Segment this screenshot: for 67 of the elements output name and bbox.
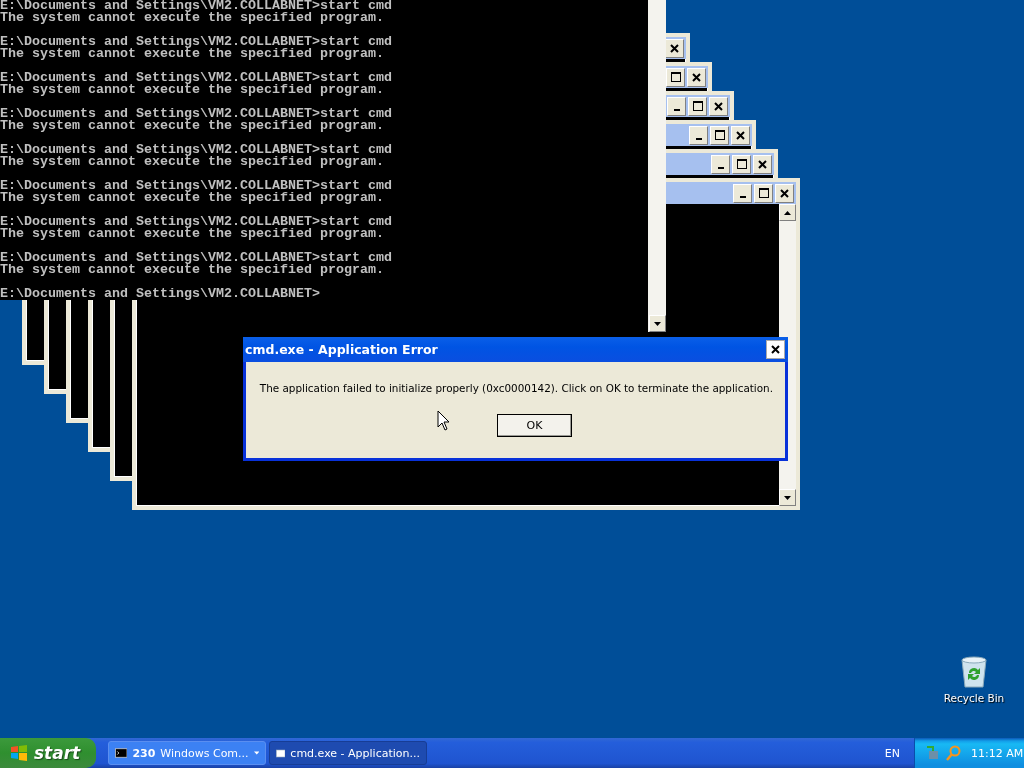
output-line: The system cannot execute the specified program. <box>0 156 385 168</box>
minimize-icon <box>673 109 680 111</box>
ok-button[interactable]: OK <box>497 414 572 437</box>
output-line: The system cannot execute the specified program. <box>0 264 385 276</box>
recycle-bin-icon[interactable] <box>959 656 989 688</box>
command-line: E:\Documents and Settings\VM2.COLLABNET> <box>0 288 321 300</box>
down-arrow-icon <box>784 495 791 500</box>
minimize-button[interactable] <box>667 96 686 116</box>
maximize-button[interactable] <box>732 154 751 174</box>
scroll-up-button[interactable] <box>779 204 796 221</box>
maximize-button[interactable] <box>754 183 773 203</box>
close-icon <box>714 101 723 111</box>
command-line: E:\Documents and Settings\VM2.COLLABNET>start cmd <box>0 252 393 264</box>
output-line: The system cannot execute the specified program. <box>0 120 385 132</box>
language-indicator[interactable]: EN <box>884 746 914 760</box>
command-line: E:\Documents and Settings\VM2.COLLABNET>start cmd <box>0 216 393 228</box>
desktop-icon-label: Recycle Bin <box>943 692 1005 704</box>
taskbar-button[interactable]: cmd.exe - Application... <box>269 741 427 765</box>
down-arrow-icon <box>653 321 661 326</box>
maximize-icon <box>736 159 747 169</box>
window-icon <box>276 746 286 760</box>
maximize-icon <box>758 188 769 198</box>
output-line: The system cannot execute the specified program. <box>0 48 385 60</box>
up-arrow-icon <box>784 210 791 215</box>
mouse-pointer-icon <box>437 410 450 431</box>
maximize-button[interactable] <box>710 125 729 145</box>
command-line: E:\Documents and Settings\VM2.COLLABNET>start cmd <box>0 72 393 84</box>
close-icon <box>736 130 745 140</box>
task-label: Windows Com... <box>160 746 249 760</box>
minimize-icon <box>739 196 746 198</box>
minimize-icon <box>695 138 702 140</box>
task-label: cmd.exe - Application... <box>290 746 420 760</box>
minimize-icon <box>717 167 724 169</box>
minimize-button[interactable] <box>711 154 730 174</box>
caret-icon <box>253 751 259 755</box>
error-message: The application failed to initialize properly (0xc0000142). Click on OK to terminate the application. <box>259 382 773 394</box>
minimize-button[interactable] <box>733 183 752 203</box>
dialog-title: cmd.exe - Application Error <box>245 342 438 357</box>
console-icon <box>115 747 128 759</box>
minimize-button[interactable] <box>689 125 708 145</box>
start-button[interactable]: start <box>0 738 96 768</box>
output-line: The system cannot execute the specified program. <box>0 12 385 24</box>
maximize-icon <box>692 101 703 111</box>
output-line: The system cannot execute the specified program. <box>0 228 385 240</box>
command-line: E:\Documents and Settings\VM2.COLLABNET>start cmd <box>0 144 393 156</box>
window-count: 230 <box>132 746 156 760</box>
maximize-icon <box>714 130 725 140</box>
maximize-icon <box>670 72 681 82</box>
maximize-button[interactable] <box>688 96 707 116</box>
close-icon <box>670 43 679 53</box>
command-line: E:\Documents and Settings\VM2.COLLABNET>start cmd <box>0 36 393 48</box>
windows-flag-icon <box>10 744 28 762</box>
close-icon <box>780 188 789 198</box>
output-line: The system cannot execute the specified program. <box>0 192 385 204</box>
close-icon <box>692 72 701 82</box>
scroll-down-button[interactable] <box>779 489 796 506</box>
scrollbar[interactable] <box>648 0 666 332</box>
command-line: E:\Documents and Settings\VM2.COLLABNET>start cmd <box>0 0 393 12</box>
close-icon <box>771 345 780 354</box>
close-icon <box>758 159 767 169</box>
scroll-down-button[interactable] <box>648 315 666 332</box>
output-line: The system cannot execute the specified program. <box>0 84 385 96</box>
taskbar-button[interactable]: 230 Windows Com... <box>108 741 266 765</box>
maximize-button[interactable] <box>666 67 685 87</box>
command-line: E:\Documents and Settings\VM2.COLLABNET>start cmd <box>0 180 393 192</box>
close-button[interactable] <box>766 340 785 359</box>
command-line: E:\Documents and Settings\VM2.COLLABNET>start cmd <box>0 108 393 120</box>
